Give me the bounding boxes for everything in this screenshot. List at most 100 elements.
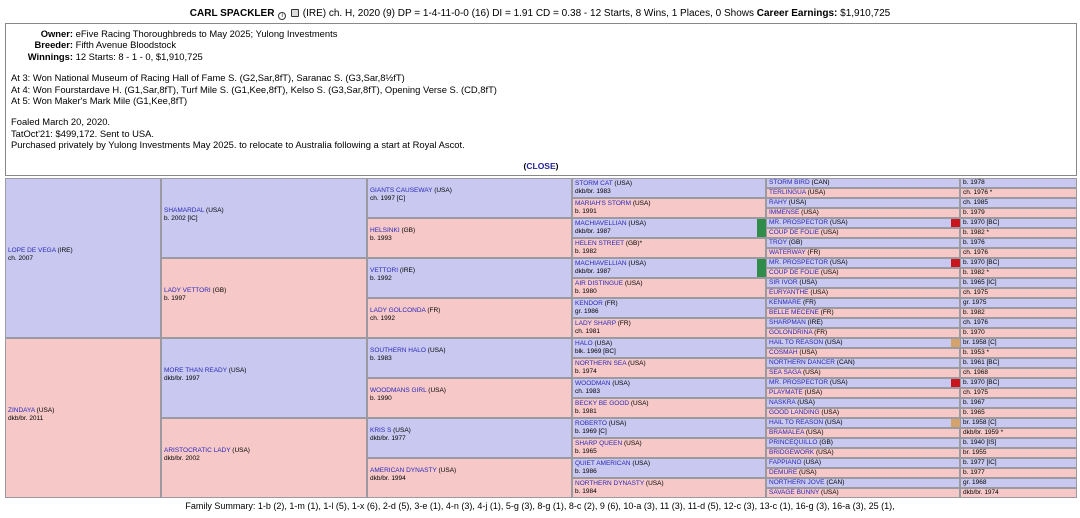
close-link[interactable]: CLOSE: [526, 161, 555, 171]
pedigree-cell-gen5: COUP DE FOLIE (USA): [766, 268, 960, 278]
horse-link[interactable]: HALO: [575, 340, 593, 347]
ancestor-year: b. 1982: [960, 308, 1077, 318]
horse-link[interactable]: KENDOR: [575, 300, 603, 307]
horse-country: (USA): [797, 399, 815, 406]
horse-link[interactable]: MR. PROSPECTOR: [769, 219, 828, 226]
horse-link[interactable]: SHAMARDAL: [164, 207, 204, 214]
horse-link[interactable]: NORTHERN JOVE: [769, 479, 825, 486]
pedigree-cell-gen5: TERLINGUA (USA): [766, 188, 960, 198]
horse-link[interactable]: TROY: [769, 239, 787, 246]
ancestor-year: br. 1958 [C]: [960, 338, 1077, 348]
horse-country: (IRE): [399, 267, 416, 274]
ancestor-year: gr. 1968: [960, 478, 1077, 488]
horse-link[interactable]: NORTHERN DYNASTY: [575, 480, 644, 487]
horse-link[interactable]: MR. PROSPECTOR: [769, 259, 828, 266]
horse-link[interactable]: QUIET AMERICAN: [575, 460, 631, 467]
horse-link[interactable]: FAPPIANO: [769, 459, 802, 466]
horse-link[interactable]: GIANTS CAUSEWAY: [370, 187, 432, 194]
horse-link[interactable]: PLAYMATE: [769, 389, 803, 396]
horse-link[interactable]: SOUTHERN HALO: [370, 347, 426, 354]
pedigree-cell-gen5: BELLE MECENE (FR): [766, 308, 960, 318]
horse-link[interactable]: NORTHERN DANCER: [769, 359, 835, 366]
horse-link[interactable]: BRAMALEA: [769, 429, 804, 436]
horse-link[interactable]: MACHIAVELLIAN: [575, 260, 627, 267]
horse-link[interactable]: WOODMAN: [575, 380, 610, 387]
horse-detail: dkb/br. 1987: [575, 228, 611, 235]
horse-link[interactable]: STORM CAT: [575, 180, 613, 187]
horse-link[interactable]: MACHIAVELLIAN: [575, 220, 627, 227]
horse-link[interactable]: SHARPMAN: [769, 319, 806, 326]
horse-link[interactable]: SIR IVOR: [769, 279, 798, 286]
pedigree-cell-gen4: MACHIAVELLIAN (USA) dkb/br. 1987: [572, 218, 766, 238]
horse-link[interactable]: NASKRA: [769, 399, 795, 406]
horse-link[interactable]: ARISTOCRATIC LADY: [164, 447, 230, 454]
document-icon[interactable]: [290, 9, 299, 17]
horse-link[interactable]: RAHY: [769, 199, 787, 206]
horse-link[interactable]: HELEN STREET: [575, 240, 624, 247]
horse-link[interactable]: VETTORI: [370, 267, 398, 274]
horse-link[interactable]: AIR DISTINGUE: [575, 280, 623, 287]
horse-link[interactable]: MARIAH'S STORM: [575, 200, 631, 207]
horse-link[interactable]: SAVAGE BUNNY: [769, 489, 819, 496]
horse-link[interactable]: KENMARE: [769, 299, 801, 306]
horse-country: (USA): [799, 349, 818, 356]
info-icon[interactable]: i: [278, 12, 287, 20]
breeder-value: Fifth Avenue Bloodstock: [75, 39, 177, 51]
horse-name: CARL SPACKLER: [189, 8, 275, 19]
horse-link[interactable]: STORM BIRD: [769, 179, 810, 186]
horse-link[interactable]: BELLE MECENE: [769, 309, 819, 316]
horse-link[interactable]: COSMAH: [769, 349, 798, 356]
horse-country: (USA): [614, 180, 633, 187]
ancestor-year: b. 1967: [960, 398, 1077, 408]
pedigree-cell-gen3: GIANTS CAUSEWAY (USA) ch. 1997 [C]: [367, 178, 572, 218]
earnings-label: Career Earnings:: [756, 8, 838, 19]
horse-link[interactable]: PRINCEQUILLO: [769, 439, 817, 446]
horse-link[interactable]: KRIS S: [370, 427, 391, 434]
horse-country: (USA): [805, 429, 824, 436]
horse-link[interactable]: LADY SHARP: [575, 320, 616, 327]
ancestor-year: b. 1977: [960, 468, 1077, 478]
horse-country: (USA): [594, 340, 613, 347]
horse-link[interactable]: MORE THAN READY: [164, 367, 227, 374]
horse-link[interactable]: GOLONDRINA: [769, 329, 812, 336]
pedigree-cell-gen2: MORE THAN READY (USA) dkb/br. 1997: [161, 338, 367, 418]
horse-country: (USA): [804, 389, 823, 396]
horse-country: (USA): [788, 199, 807, 206]
horse-link[interactable]: NORTHERN SEA: [575, 360, 626, 367]
horse-country: (USA): [829, 379, 848, 386]
horse-link[interactable]: ROBERTO: [575, 420, 607, 427]
horse-link[interactable]: HAIL TO REASON: [769, 339, 823, 346]
horse-link[interactable]: MR. PROSPECTOR: [769, 379, 828, 386]
horse-link[interactable]: EURYANTHE: [769, 289, 809, 296]
horse-link[interactable]: BRIDGEWORK: [769, 449, 814, 456]
horse-link[interactable]: COUP DE FOLIE: [769, 269, 819, 276]
horse-link[interactable]: HAIL TO REASON: [769, 419, 823, 426]
horse-link[interactable]: LADY VETTORI: [164, 287, 211, 294]
horse-link[interactable]: BECKY BE GOOD: [575, 400, 629, 407]
horse-detail: b. 1993: [370, 235, 392, 242]
horse-link[interactable]: SEA SAGA: [769, 369, 801, 376]
horse-link[interactable]: DEMURE: [769, 469, 797, 476]
horse-country: (CAN): [811, 179, 830, 186]
horse-country: (USA): [815, 449, 834, 456]
win-line: At 5: Won Maker's Mark Mile (G1,Kee,8fT): [11, 95, 188, 107]
horse-link[interactable]: SHARP QUEEN: [575, 440, 622, 447]
horse-link[interactable]: ZINDAYA: [8, 407, 35, 414]
horse-link[interactable]: LADY GOLCONDA: [370, 307, 426, 314]
horse-link[interactable]: WOODMANS GIRL: [370, 387, 426, 394]
horse-country: (GB): [788, 239, 803, 246]
horse-link[interactable]: IMMENSE: [769, 209, 799, 216]
horse-detail: b. 1982: [575, 248, 597, 255]
ancestor-year: b. 1982 *: [960, 268, 1077, 278]
horse-link[interactable]: TERLINGUA: [769, 189, 806, 196]
horse-link[interactable]: COUP DE FOLIE: [769, 229, 819, 236]
pedigree-cell-gen5: RAHY (USA): [766, 198, 960, 208]
horse-link[interactable]: LOPE DE VEGA: [8, 247, 56, 254]
horse-link[interactable]: WATERWAY: [769, 249, 806, 256]
pedigree-cell-gen5: PLAYMATE (USA): [766, 388, 960, 398]
horse-link[interactable]: AMERICAN DYNASTY: [370, 467, 437, 474]
horse-detail: b. 1969 [C]: [575, 428, 607, 435]
horse-link[interactable]: HELSINKI: [370, 227, 400, 234]
owner-label: Owner:: [40, 28, 73, 39]
horse-link[interactable]: GOOD LANDING: [769, 409, 820, 416]
